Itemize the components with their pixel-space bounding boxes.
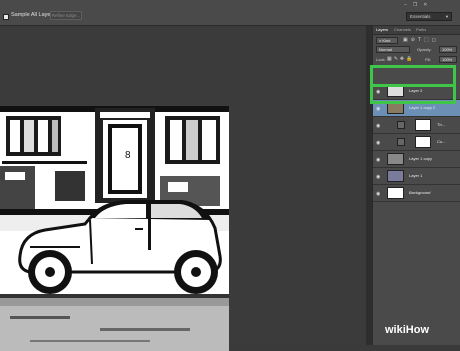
- minimize-icon[interactable]: –: [404, 2, 413, 8]
- kind-filter-select[interactable]: ⌕ Kind: [376, 37, 398, 44]
- wikihow-watermark: wikiHow: [385, 324, 429, 336]
- chevron-down-icon: ▼: [445, 14, 449, 19]
- eye-icon[interactable]: ◉: [376, 123, 380, 129]
- eye-icon[interactable]: ◉: [376, 157, 380, 163]
- options-bar: Sample All Layers Refine Edge... –❐✕ Ess…: [0, 0, 460, 26]
- fill-field[interactable]: 100%: [439, 56, 457, 63]
- kind-label: Kind: [382, 38, 391, 43]
- workspace-select[interactable]: Essentials ▼: [406, 12, 452, 21]
- eye-icon[interactable]: ◉: [376, 106, 380, 112]
- opacity-label: Opacity:: [417, 47, 432, 52]
- document-canvas[interactable]: 8: [0, 106, 229, 351]
- svg-text:8: 8: [125, 150, 131, 161]
- highlight-box: [370, 84, 456, 104]
- lock-label: Lock:: [376, 57, 386, 62]
- tab-channels[interactable]: Channels: [394, 27, 411, 32]
- lock-icons[interactable]: ▦✎✥🔒: [387, 56, 414, 62]
- close-icon[interactable]: ✕: [423, 2, 433, 8]
- blend-mode-select[interactable]: Normal: [376, 46, 410, 53]
- filter-icons[interactable]: ▣⊘T⬚◻: [403, 37, 439, 43]
- curves-adjustment-icon: [397, 138, 405, 146]
- search-icon: ⌕: [379, 38, 382, 43]
- eye-icon[interactable]: ◉: [376, 191, 380, 197]
- layer-mask-thumbnail: [415, 136, 431, 148]
- layer-row[interactable]: ◉ Th...: [373, 117, 460, 134]
- layer-name: Layer 1 copy: [409, 156, 432, 161]
- workspace-value: Essentials: [410, 14, 431, 19]
- fill-label: Fill:: [425, 57, 432, 62]
- opacity-field[interactable]: 100%: [439, 46, 457, 53]
- layer-row[interactable]: ◉ Cu...: [373, 134, 460, 151]
- window-controls: –❐✕: [404, 2, 433, 8]
- layer-name: Layer 1 copy 2: [409, 105, 436, 110]
- threshold-adjustment-icon: [397, 121, 405, 129]
- sample-all-layers-label: Sample All Layers: [11, 12, 56, 18]
- tab-layers[interactable]: Layers: [376, 27, 388, 32]
- highlight-box: [370, 65, 456, 85]
- layer-thumbnail: [387, 153, 404, 165]
- eye-icon[interactable]: ◉: [376, 140, 380, 146]
- layer-name: Background: [409, 190, 431, 195]
- tab-paths[interactable]: Paths: [416, 27, 426, 32]
- layer-thumbnail: [387, 170, 404, 182]
- layer-mask-thumbnail: [415, 119, 431, 131]
- layer-row[interactable]: ◉ Background: [373, 185, 460, 202]
- threshold-car-image: 8: [0, 106, 229, 351]
- eye-icon[interactable]: ◉: [376, 174, 380, 180]
- layer-row[interactable]: ◉ Layer 1 copy: [373, 151, 460, 168]
- sample-all-layers-checkbox[interactable]: [3, 14, 9, 20]
- layer-thumbnail: [387, 187, 404, 199]
- blend-row: Normal Opacity: 100%: [373, 46, 460, 56]
- maximize-icon[interactable]: ❐: [413, 2, 423, 8]
- watermark-suffix: How: [405, 324, 430, 336]
- refine-edge-button[interactable]: Refine Edge...: [50, 11, 82, 20]
- layer-row[interactable]: ◉ Layer 1: [373, 168, 460, 185]
- layer-name: Th...: [437, 122, 446, 127]
- panel-tabs: Layers Channels Paths: [373, 26, 460, 35]
- layer-name: Cu...: [437, 139, 446, 144]
- layer-name: Layer 1: [409, 173, 423, 178]
- watermark-brand: wiki: [385, 324, 406, 336]
- canvas-area[interactable]: 8: [0, 26, 366, 351]
